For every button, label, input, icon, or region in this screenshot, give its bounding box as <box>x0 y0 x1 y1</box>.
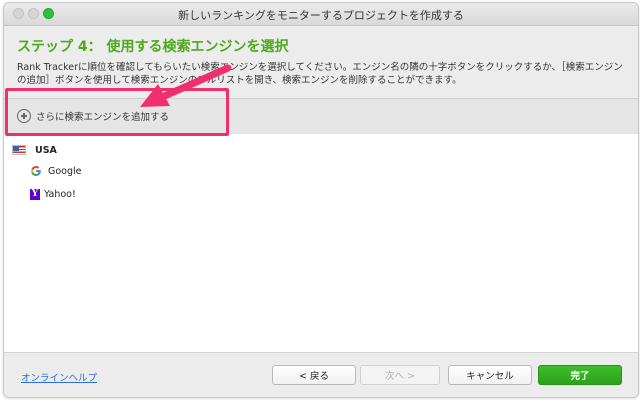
next-button[interactable]: 次へ > <box>360 365 440 385</box>
country-label: USA <box>35 144 57 156</box>
step-description: Rank Trackerに順位を確認してもらいたい検索エンジンを選択してください… <box>17 62 623 86</box>
back-button[interactable]: < 戻る <box>272 365 356 385</box>
online-help-link[interactable]: オンラインヘルプ <box>21 370 97 384</box>
engine-label-google: Google <box>48 165 82 177</box>
yahoo-icon: Y <box>30 188 40 200</box>
dialog-footer: オンラインヘルプ < 戻る 次へ > キャンセル 完了 <box>4 352 638 397</box>
engine-label-yahoo: Yahoo! <box>44 188 76 200</box>
engine-row-google[interactable]: Google <box>30 162 82 180</box>
google-icon <box>31 166 41 176</box>
country-row-usa[interactable]: USA <box>12 141 57 159</box>
dialog-window: 新しいランキングをモニターするプロジェクトを作成する ステップ 4： 使用する検… <box>3 2 639 398</box>
step-title: ステップ 4： 使用する検索エンジンを選択 <box>17 39 289 55</box>
usa-flag-icon <box>12 145 26 155</box>
title-bar: 新しいランキングをモニターするプロジェクトを作成する <box>4 3 638 26</box>
annotation-highlight-box <box>5 88 229 136</box>
cancel-button[interactable]: キャンセル <box>448 365 532 385</box>
finish-button[interactable]: 完了 <box>538 365 622 385</box>
window-title: 新しいランキングをモニターするプロジェクトを作成する <box>178 9 464 22</box>
search-engine-list: USA Google Y Yahoo! <box>4 134 638 352</box>
engine-row-yahoo[interactable]: Y Yahoo! <box>30 185 76 203</box>
